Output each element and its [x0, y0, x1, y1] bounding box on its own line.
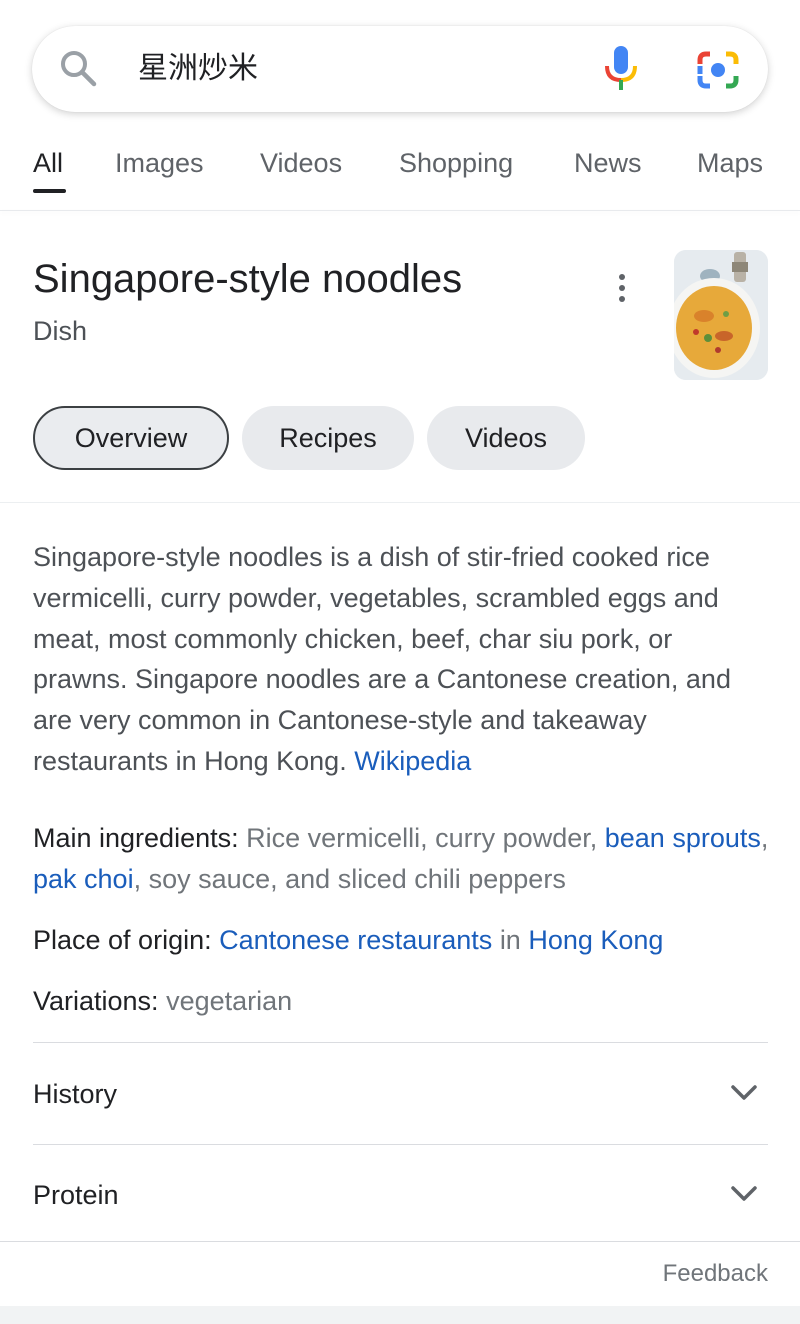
- fact-place-of-origin: Place of origin: Cantonese restaurants i…: [33, 920, 773, 961]
- tabs-divider: [0, 210, 800, 211]
- chip-overview[interactable]: Overview: [33, 406, 229, 470]
- fact-variations: Variations: vegetarian: [33, 981, 773, 1022]
- tab-maps[interactable]: Maps: [697, 146, 763, 180]
- fact-main-ingredients: Main ingredients: Rice vermicelli, curry…: [33, 818, 773, 900]
- fact-value: , soy sauce, and sliced chili peppers: [133, 864, 566, 894]
- section-divider: [0, 502, 800, 503]
- fact-label: Main ingredients:: [33, 823, 239, 853]
- expander-label: History: [33, 1078, 118, 1109]
- panel-bottom-divider: [0, 1241, 800, 1242]
- chip-videos[interactable]: Videos: [427, 406, 585, 470]
- fact-value: vegetarian: [166, 986, 293, 1016]
- tab-images[interactable]: Images: [115, 146, 204, 180]
- google-lens-icon[interactable]: [696, 50, 740, 90]
- more-options-icon[interactable]: [608, 270, 636, 306]
- chevron-down-icon: [731, 1186, 757, 1201]
- row-divider: [33, 1144, 768, 1145]
- row-divider: [33, 1042, 768, 1043]
- expander-history[interactable]: History: [33, 1064, 768, 1124]
- active-tab-indicator: [33, 189, 66, 193]
- chip-recipes[interactable]: Recipes: [242, 406, 414, 470]
- tab-all[interactable]: All: [33, 146, 63, 180]
- feedback-link[interactable]: Feedback: [663, 1258, 768, 1290]
- bean-sprouts-link[interactable]: bean sprouts: [605, 823, 761, 853]
- expander-protein[interactable]: Protein: [33, 1165, 768, 1225]
- wikipedia-link[interactable]: Wikipedia: [354, 746, 471, 776]
- search-tabs: All Images Videos Shopping News Maps: [0, 140, 800, 210]
- entity-description: Singapore-style noodles is a dish of sti…: [33, 537, 773, 782]
- microphone-icon[interactable]: [604, 46, 638, 92]
- fact-label: Variations:: [33, 986, 159, 1016]
- entity-title: Singapore-style noodles: [33, 257, 463, 301]
- entity-type: Dish: [33, 316, 88, 346]
- chevron-down-icon: [731, 1085, 757, 1100]
- tab-shopping[interactable]: Shopping: [399, 146, 513, 180]
- expander-label: Protein: [33, 1179, 119, 1210]
- hong-kong-link[interactable]: Hong Kong: [528, 925, 663, 955]
- fact-separator: ,: [760, 823, 769, 853]
- search-input[interactable]: 星洲炒米: [138, 50, 258, 88]
- bottom-separator-band: [0, 1306, 800, 1324]
- dish-image[interactable]: [674, 250, 768, 380]
- tab-videos[interactable]: Videos: [260, 146, 342, 180]
- fact-value: Rice vermicelli, curry powder,: [246, 823, 598, 853]
- cantonese-restaurants-link[interactable]: Cantonese restaurants: [219, 925, 492, 955]
- description-text: Singapore-style noodles is a dish of sti…: [33, 542, 731, 776]
- tab-news[interactable]: News: [574, 146, 642, 180]
- search-icon[interactable]: [58, 48, 98, 88]
- search-bar[interactable]: 星洲炒米: [32, 26, 768, 112]
- fact-label: Place of origin:: [33, 925, 212, 955]
- pak-choi-link[interactable]: pak choi: [33, 864, 134, 894]
- fact-connector: in: [499, 925, 521, 955]
